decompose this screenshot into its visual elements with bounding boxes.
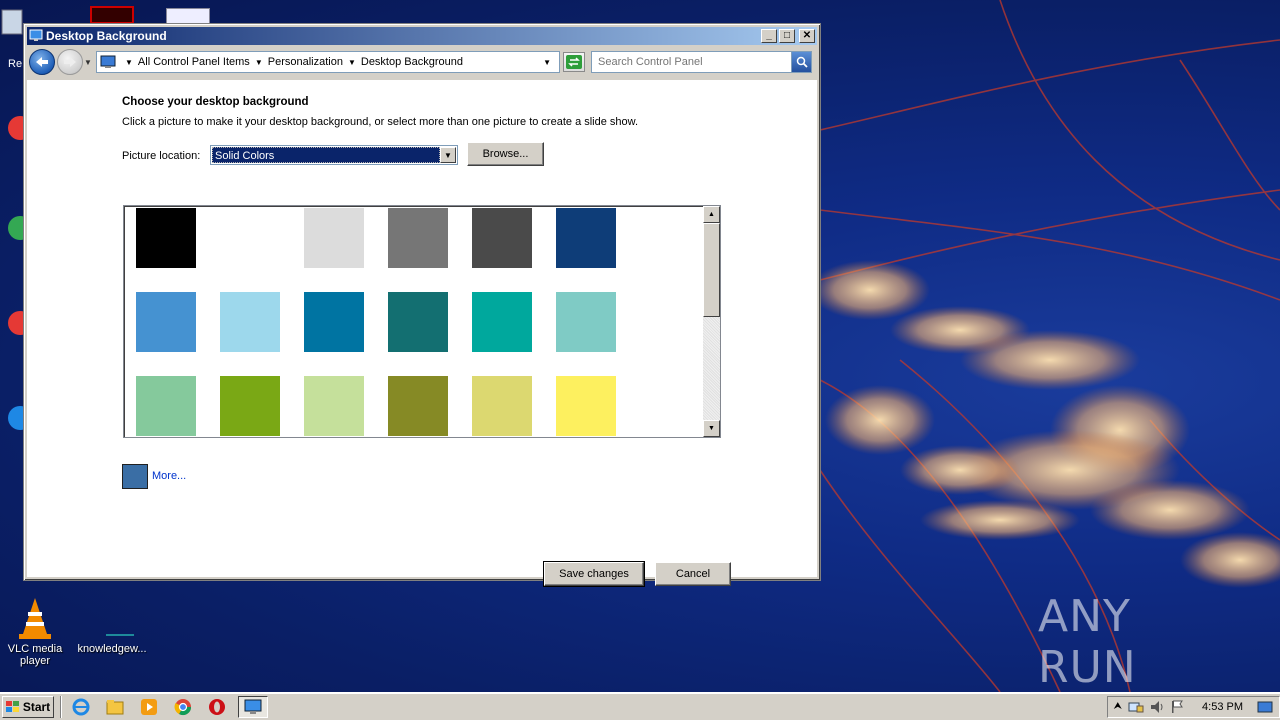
clock[interactable]: 4:53 PM [1202, 701, 1243, 713]
navigation-bar: ▼ ▼ All Control Panel Items ▼ Personaliz… [27, 47, 817, 77]
vertical-scrollbar[interactable]: ▲ ▼ [703, 206, 720, 437]
address-bar[interactable]: ▼ All Control Panel Items ▼ Personalizat… [96, 51, 560, 73]
show-desktop-icon[interactable] [1257, 700, 1273, 714]
maximize-button[interactable]: □ [779, 29, 795, 43]
scroll-down-button[interactable]: ▼ [703, 420, 720, 437]
content-pane: Choose your desktop background Click a p… [27, 80, 817, 587]
color-swatch[interactable] [556, 208, 616, 268]
picture-location-select[interactable]: Solid Colors ▼ [210, 145, 458, 165]
breadcrumb-item[interactable]: Desktop Background [361, 56, 463, 68]
color-swatch[interactable] [304, 376, 364, 436]
desktop-icon-label: VLC media player [7, 643, 63, 667]
back-button[interactable] [29, 49, 55, 75]
system-tray: ⮝ 4:53 PM [1106, 695, 1280, 718]
color-swatch[interactable] [388, 292, 448, 352]
minimize-button[interactable]: _ [761, 29, 777, 43]
volume-icon[interactable] [1150, 700, 1164, 714]
arrow-left-icon [36, 57, 48, 67]
page-description: Click a picture to make it your desktop … [122, 116, 639, 128]
watermark: ANY RUN [1038, 591, 1238, 692]
monitor-icon [244, 699, 262, 714]
search-box[interactable] [591, 51, 812, 73]
search-input[interactable] [598, 56, 791, 68]
color-swatch[interactable] [472, 208, 532, 268]
chevron-down-icon[interactable]: ▼ [440, 147, 456, 163]
opera-icon[interactable] [204, 695, 230, 719]
color-swatch[interactable] [220, 208, 280, 268]
show-hidden-icons-icon[interactable]: ⮝ [1114, 701, 1123, 712]
color-swatch[interactable] [472, 292, 532, 352]
color-swatch[interactable] [220, 292, 280, 352]
chevron-right-icon[interactable]: ▼ [255, 58, 263, 67]
window-title: Desktop Background [46, 29, 167, 43]
explorer-icon[interactable] [102, 695, 128, 719]
windows-logo-icon [5, 700, 19, 712]
color-swatch[interactable] [388, 376, 448, 436]
refresh-button[interactable] [563, 52, 585, 72]
breadcrumb-item[interactable]: All Control Panel Items [138, 56, 250, 68]
color-swatch-list: ▲ ▼ [123, 205, 721, 438]
more-colors-swatch[interactable] [122, 464, 148, 489]
color-swatch[interactable] [304, 208, 364, 268]
app-shortcut-icon[interactable] [0, 400, 32, 440]
color-swatch[interactable] [556, 376, 616, 436]
knowledge-desktop-icon[interactable]: knowledgew... [74, 596, 150, 655]
recent-pages-dropdown[interactable]: ▼ [84, 58, 94, 67]
chevron-right-icon[interactable]: ▼ [348, 58, 356, 67]
taskbar-window-desktop-background[interactable] [238, 695, 268, 718]
desktop-background-window: Desktop Background _ □ ✕ ▼ ▼ All Control… [23, 23, 821, 587]
flag-icon[interactable] [1170, 700, 1184, 714]
chevron-right-icon[interactable]: ▼ [125, 58, 133, 67]
chrome-icon[interactable] [170, 695, 196, 719]
color-swatch[interactable] [304, 292, 364, 352]
vlc-icon [17, 596, 53, 640]
color-swatch[interactable] [220, 376, 280, 436]
media-player-icon[interactable] [136, 695, 162, 719]
title-bar[interactable]: Desktop Background _ □ ✕ [27, 27, 817, 45]
vlc-desktop-icon[interactable]: VLC media player [4, 596, 66, 667]
app-shortcut-icon[interactable] [0, 210, 32, 250]
desktop-icon-label: knowledgew... [77, 643, 147, 655]
color-swatch[interactable] [472, 376, 532, 436]
taskbar: Start ⮝ 4:53 PM [0, 692, 1280, 720]
forward-button[interactable] [57, 49, 83, 75]
save-changes-button[interactable]: Save changes [543, 561, 645, 587]
app-shortcut-icon[interactable] [90, 6, 134, 24]
scroll-up-button[interactable]: ▲ [703, 206, 720, 223]
start-label: Start [22, 699, 51, 714]
app-shortcut-icon[interactable] [0, 305, 32, 345]
recycle-bin-icon[interactable] [0, 4, 24, 44]
color-swatch[interactable] [388, 208, 448, 268]
scroll-thumb[interactable] [703, 223, 720, 317]
search-icon [796, 56, 808, 68]
color-swatch[interactable] [136, 292, 196, 352]
color-swatch[interactable] [136, 208, 196, 268]
refresh-icon [566, 55, 582, 69]
breadcrumb-item[interactable]: Personalization [268, 56, 343, 68]
control-panel-icon [100, 55, 116, 68]
file-icon [90, 596, 134, 640]
desktop-label-partial: Re [8, 58, 23, 70]
network-icon[interactable] [1128, 700, 1144, 714]
more-colors-link[interactable]: More... [152, 470, 186, 482]
app-shortcut-icon[interactable] [0, 110, 32, 150]
monitor-icon [29, 29, 43, 41]
browse-button[interactable]: Browse... [467, 142, 544, 166]
start-button[interactable]: Start [2, 695, 54, 718]
picture-location-label: Picture location: [122, 150, 201, 162]
document-icon[interactable] [166, 8, 210, 24]
color-swatch[interactable] [556, 292, 616, 352]
close-button[interactable]: ✕ [799, 29, 815, 43]
arrow-right-icon [64, 57, 76, 67]
picture-location-value[interactable]: Solid Colors [212, 147, 440, 163]
cancel-button[interactable]: Cancel [655, 562, 731, 586]
ie-icon[interactable] [68, 695, 94, 719]
page-title: Choose your desktop background [122, 96, 309, 108]
chevron-down-icon[interactable]: ▼ [543, 58, 551, 67]
search-button[interactable] [791, 52, 811, 72]
watermark-text: ANY RUN [1038, 591, 1137, 692]
color-swatch[interactable] [136, 376, 196, 436]
